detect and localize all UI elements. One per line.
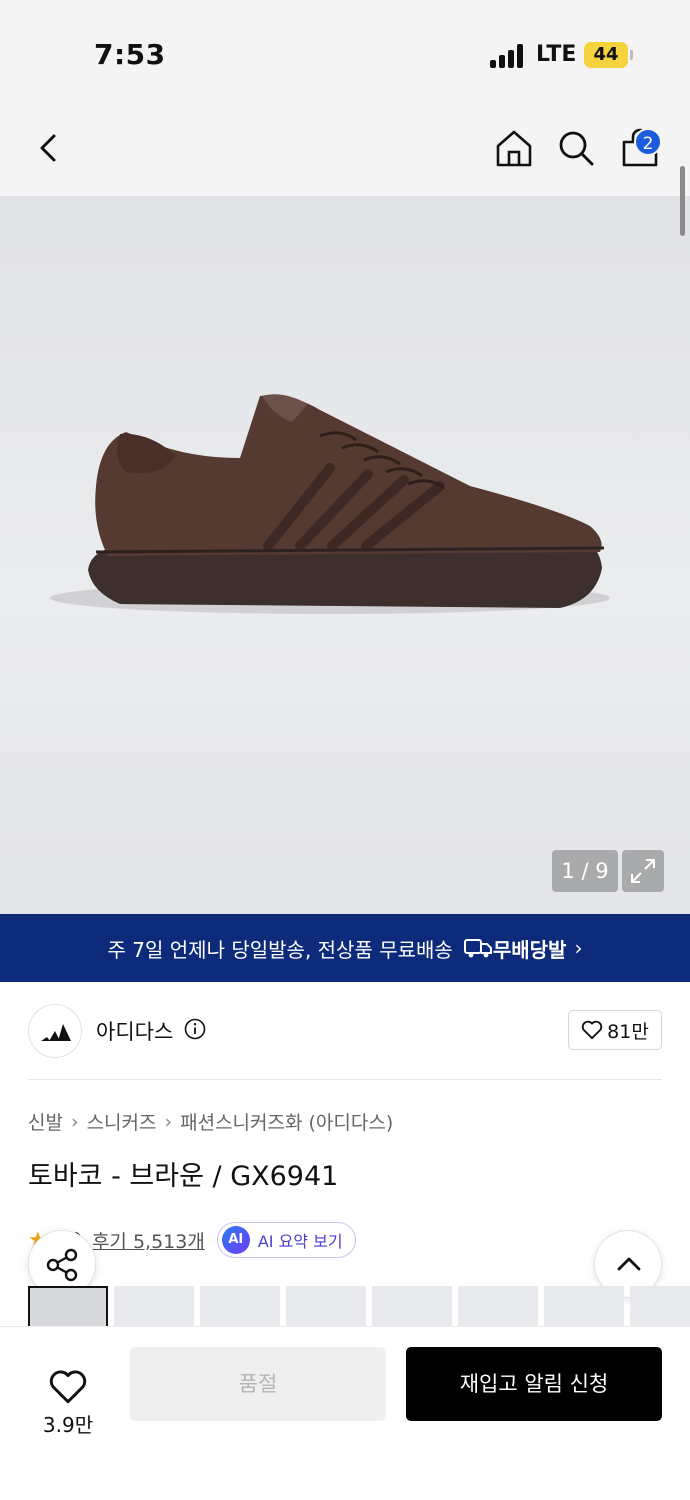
thumbnail[interactable]: [372, 1286, 452, 1326]
brand-like-button[interactable]: 81만: [568, 1010, 662, 1050]
scroll-indicator[interactable]: [680, 166, 685, 236]
expand-button[interactable]: [622, 850, 664, 892]
thumbnail[interactable]: [286, 1286, 366, 1326]
status-time: 7:53: [94, 38, 166, 71]
adidas-logo-icon: [41, 1024, 71, 1041]
ai-icon: AI: [221, 1226, 250, 1254]
status-bar: 7:53 LTE 44: [0, 0, 690, 100]
back-icon[interactable]: [30, 128, 70, 168]
signal-icon: [490, 44, 526, 68]
promo-brand-tag: 무배당발 ›: [463, 934, 583, 963]
search-icon[interactable]: [556, 128, 596, 168]
wishlist-count: 3.9만: [42, 1413, 94, 1437]
ai-summary-label: AI 요약 보기: [257, 1232, 343, 1251]
thumbnail[interactable]: [200, 1286, 280, 1326]
product-image[interactable]: [0, 196, 690, 914]
chevron-right-icon: ›: [574, 936, 583, 960]
brand-row: 아디다스 81만: [28, 1004, 662, 1060]
breadcrumb: 신발 › 스니커즈 › 패션스니커즈화 (아디다스): [28, 1108, 393, 1135]
delivery-truck-icon: [463, 939, 492, 958]
battery-icon: 44: [584, 42, 628, 68]
promo-brand-label: 무배당발: [492, 937, 567, 962]
reviews-link[interactable]: 후기 5,513개: [92, 1227, 205, 1254]
sold-out-button: 품절: [130, 1347, 386, 1421]
network-label: LTE: [536, 42, 577, 67]
info-icon[interactable]: [184, 1018, 206, 1040]
heart-icon: [581, 1020, 603, 1040]
heart-icon: [49, 1370, 87, 1404]
wishlist-button[interactable]: 3.9만: [28, 1347, 108, 1437]
cart-count-badge: 2: [634, 128, 662, 156]
brand-logo[interactable]: [28, 1004, 82, 1058]
divider: [28, 1079, 662, 1080]
sneaker-image: [50, 394, 610, 614]
top-nav: [0, 100, 690, 196]
breadcrumb-item[interactable]: 신발: [28, 1108, 63, 1135]
chevron-right-icon: ›: [164, 1110, 173, 1133]
thumbnail[interactable]: [544, 1286, 624, 1326]
delivery-promo-banner[interactable]: 주 7일 언제나 당일발송, 전상품 무료배송 무배당발 ›: [0, 914, 690, 982]
thumbnail[interactable]: [458, 1286, 538, 1326]
brand-like-count: 81만: [607, 1020, 649, 1043]
product-title: 토바코 - 브라운 / GX6941: [28, 1161, 339, 1192]
expand-icon: [631, 859, 655, 883]
thumbnail[interactable]: [630, 1286, 690, 1326]
breadcrumb-item[interactable]: 패션스니커즈화 (아디다스): [180, 1108, 393, 1135]
thumbnail[interactable]: [28, 1286, 108, 1326]
bottom-action-bar: 3.9만 품절 재입고 알림 신청: [0, 1326, 690, 1500]
restock-alert-button[interactable]: 재입고 알림 신청: [406, 1347, 662, 1421]
home-icon[interactable]: [494, 128, 534, 168]
promo-text: 주 7일 언제나 당일발송, 전상품 무료배송: [107, 937, 453, 962]
ai-summary-button[interactable]: AI AI 요약 보기: [216, 1222, 356, 1258]
breadcrumb-item[interactable]: 스니커즈: [87, 1108, 157, 1135]
chevron-right-icon: ›: [70, 1110, 79, 1133]
thumbnail-strip: [28, 1286, 690, 1326]
battery-tip: [630, 50, 633, 60]
thumbnail[interactable]: [114, 1286, 194, 1326]
image-pager: 1 / 9: [552, 850, 618, 892]
brand-name[interactable]: 아디다스: [96, 1016, 173, 1046]
